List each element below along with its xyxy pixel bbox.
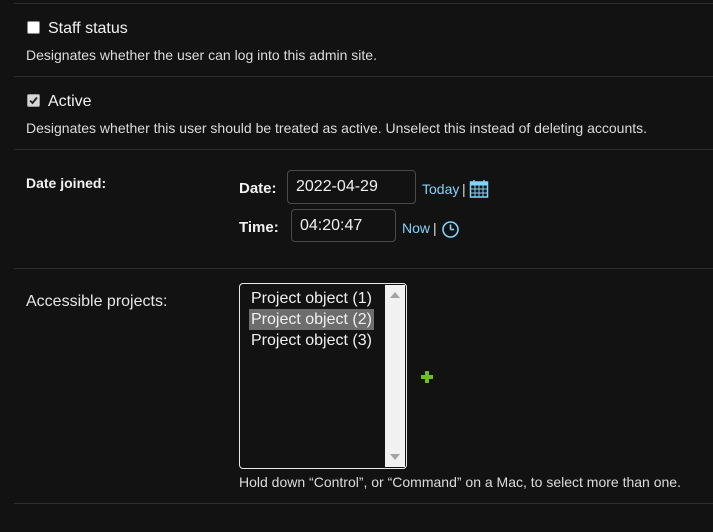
staff-status-checkbox[interactable] xyxy=(27,21,40,34)
clock-icon[interactable] xyxy=(441,220,460,239)
calendar-icon[interactable] xyxy=(469,179,489,199)
checkmark-icon xyxy=(29,96,38,105)
staff-status-help-text: Designates whether the user can log into… xyxy=(26,47,377,63)
active-checkbox[interactable] xyxy=(27,94,40,107)
date-shortcut-separator: | xyxy=(462,181,466,197)
select-option[interactable]: Project object (1) xyxy=(249,288,374,309)
row-divider xyxy=(14,3,713,4)
row-divider xyxy=(14,268,713,269)
accessible-projects-select[interactable]: Project object (1) Project object (2) Pr… xyxy=(239,283,407,469)
active-label[interactable]: Active xyxy=(48,93,92,111)
date-joined-label: Date joined: xyxy=(26,175,107,191)
date-input[interactable] xyxy=(287,170,416,204)
scroll-up-icon[interactable] xyxy=(390,292,400,298)
accessible-projects-help-text: Hold down “Control”, or “Command” on a M… xyxy=(239,474,681,490)
now-link[interactable]: Now xyxy=(402,220,430,236)
staff-status-label[interactable]: Staff status xyxy=(48,20,128,38)
scroll-down-icon[interactable] xyxy=(390,454,400,460)
plus-icon[interactable] xyxy=(420,370,434,384)
today-link[interactable]: Today xyxy=(422,181,459,197)
time-label: Time: xyxy=(239,219,279,236)
date-label: Date: xyxy=(239,180,277,197)
select-option-selected[interactable]: Project object (2) xyxy=(249,309,374,330)
row-divider xyxy=(14,76,713,77)
time-shortcut-separator: | xyxy=(433,220,437,236)
row-divider xyxy=(14,149,713,150)
time-input[interactable] xyxy=(291,209,396,242)
accessible-projects-label: Accessible projects: xyxy=(26,293,168,310)
active-help-text: Designates whether this user should be t… xyxy=(26,120,648,136)
select-scrollbar[interactable] xyxy=(385,285,405,467)
select-option[interactable]: Project object (3) xyxy=(249,330,374,351)
row-divider xyxy=(14,503,713,504)
